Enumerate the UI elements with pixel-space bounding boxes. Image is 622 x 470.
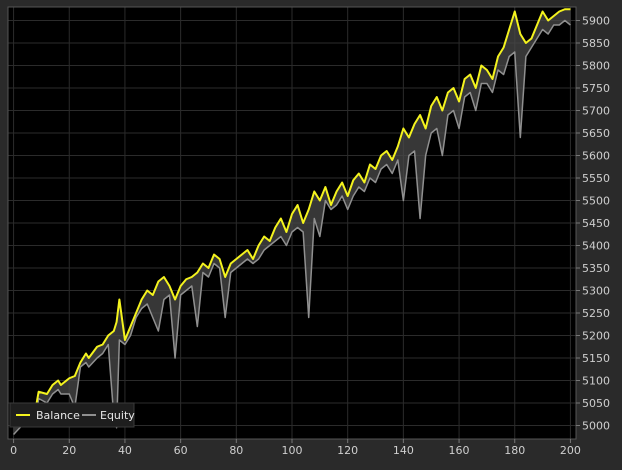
legend: Balance Equity [9, 402, 135, 428]
x-tick-label: 80 [229, 444, 243, 457]
x-tick-label: 100 [282, 444, 303, 457]
x-tick-label: 0 [10, 444, 17, 457]
x-axis: 0 20 40 60 80 100 120 140 160 180 200 [10, 439, 581, 457]
y-tick-label: 5750 [582, 82, 610, 95]
x-tick-label: 180 [504, 444, 525, 457]
x-tick-label: 140 [393, 444, 414, 457]
y-tick-label: 5100 [582, 375, 610, 388]
y-tick-label: 5050 [582, 397, 610, 410]
x-tick-label: 200 [560, 444, 581, 457]
x-tick-label: 160 [449, 444, 470, 457]
legend-label-balance: Balance [36, 409, 80, 422]
y-tick-label: 5850 [582, 37, 610, 50]
y-tick-label: 5550 [582, 172, 610, 185]
y-tick-label: 5450 [582, 217, 610, 230]
y-tick-label: 5600 [582, 150, 610, 163]
legend-label-equity: Equity [100, 409, 135, 422]
x-tick-label: 60 [174, 444, 188, 457]
y-tick-label: 5650 [582, 127, 610, 140]
x-tick-label: 20 [62, 444, 76, 457]
x-tick-label: 40 [118, 444, 132, 457]
y-tick-label: 5250 [582, 307, 610, 320]
y-tick-label: 5300 [582, 285, 610, 298]
y-tick-label: 5500 [582, 195, 610, 208]
y-tick-label: 5700 [582, 105, 610, 118]
x-tick-label: 120 [337, 444, 358, 457]
y-axis: 5000 5050 5100 5150 5200 5250 5300 5350 5400 5450… [576, 15, 610, 433]
y-tick-label: 5000 [582, 420, 610, 433]
chart-svg: 5000 5050 5100 5150 5200 5250 5300 5350 5400 5450… [7, 6, 610, 457]
y-tick-label: 5200 [582, 330, 610, 343]
equity-chart: 5000 5050 5100 5150 5200 5250 5300 5350 5400 5450… [0, 0, 622, 470]
y-tick-label: 5400 [582, 240, 610, 253]
y-tick-label: 5800 [582, 60, 610, 73]
y-tick-label: 5900 [582, 15, 610, 28]
y-tick-label: 5350 [582, 262, 610, 275]
y-tick-label: 5150 [582, 352, 610, 365]
